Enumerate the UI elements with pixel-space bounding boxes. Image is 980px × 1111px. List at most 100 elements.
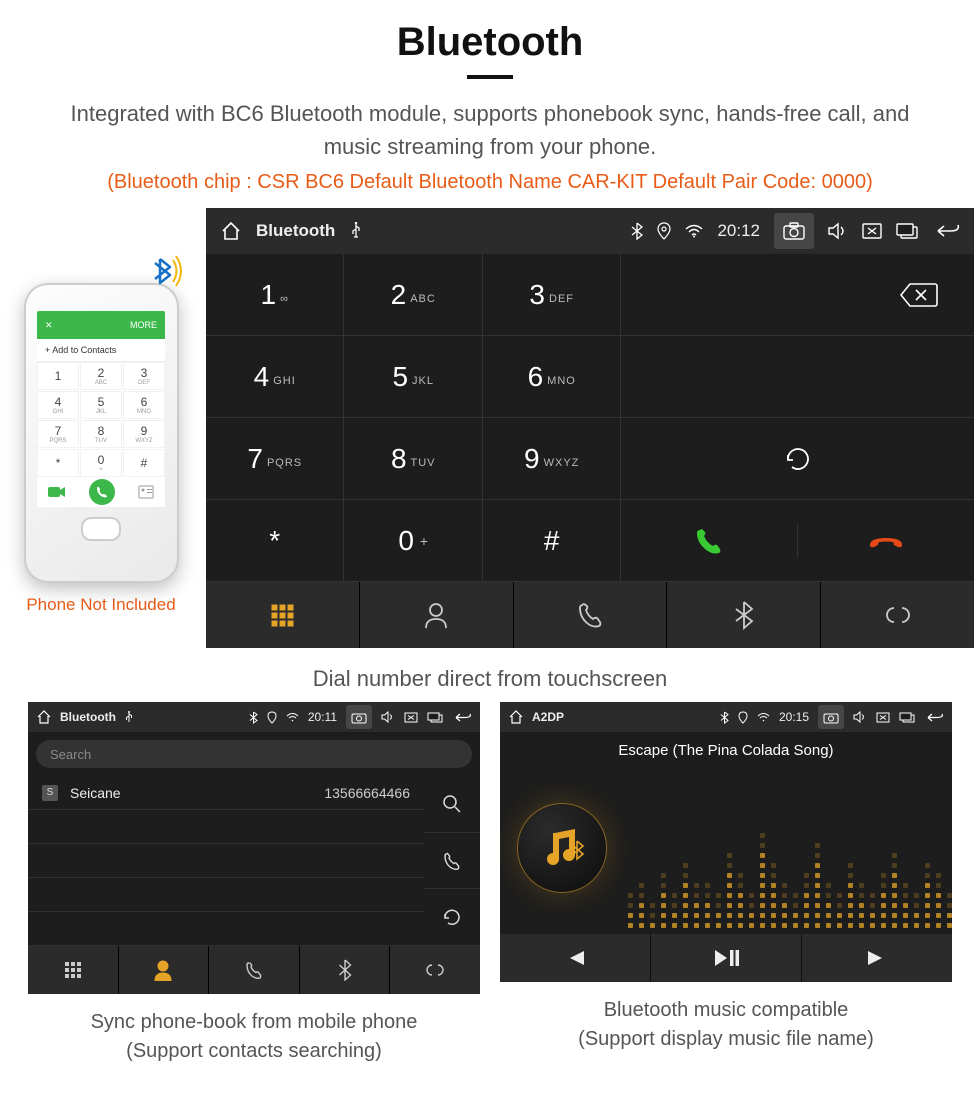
phone-key: 8TUV: [80, 420, 122, 448]
music-caption: Bluetooth music compatible (Support disp…: [500, 996, 952, 1054]
phone-key: 0+: [80, 449, 122, 477]
status-title: Bluetooth: [60, 710, 116, 724]
phone-add-contacts: + Add to Contacts: [37, 339, 165, 362]
dial-button: [89, 479, 115, 505]
volume-icon[interactable]: [853, 711, 867, 723]
pb-bottom-bar: [28, 946, 480, 994]
close-app-icon[interactable]: [876, 712, 890, 723]
home-icon[interactable]: [220, 220, 242, 242]
recent-apps-icon[interactable]: [896, 223, 918, 239]
home-icon[interactable]: [508, 709, 524, 725]
back-icon[interactable]: [932, 223, 960, 239]
key-7[interactable]: 7PQRS: [206, 418, 344, 500]
empty-row: [28, 810, 424, 844]
status-title: Bluetooth: [256, 221, 335, 241]
key-2[interactable]: 2ABC: [344, 254, 482, 336]
contact-initial: S: [42, 785, 58, 801]
volume-icon[interactable]: [381, 711, 395, 723]
search-icon[interactable]: [424, 776, 480, 833]
back-icon[interactable]: [452, 712, 472, 723]
dialpad: 1∞ 2ABC 3DEF 4GHI 5JKL 6MNO 7PQRS 8TUV 9…: [206, 254, 974, 582]
screenshot-icon[interactable]: [774, 213, 814, 249]
phonebook-panel: Bluetooth 20:11 Search: [28, 702, 480, 994]
equalizer: [628, 802, 938, 928]
tab-dialpad[interactable]: [206, 582, 360, 648]
key-9[interactable]: 9WXYZ: [483, 418, 622, 500]
tab-bluetooth[interactable]: [300, 946, 391, 994]
tab-pair[interactable]: [821, 582, 974, 648]
play-pause-button[interactable]: [651, 934, 802, 982]
contact-row[interactable]: S Seicane 13566664466: [28, 776, 424, 810]
contact-card-icon: [138, 485, 154, 499]
bluetooth-icon: [720, 711, 729, 724]
wifi-icon: [286, 712, 299, 722]
usb-icon: [124, 711, 134, 724]
tab-call-log[interactable]: [514, 582, 668, 648]
title-underline: [467, 75, 513, 79]
call-controls: [621, 500, 974, 582]
status-bar: Bluetooth 20:12: [206, 208, 974, 254]
contacts-list: S Seicane 13566664466: [28, 776, 424, 946]
empty-row: [28, 912, 424, 946]
tab-dialpad[interactable]: [28, 946, 119, 994]
music-panel: A2DP 20:15 Escape (The Pina Colada Song): [500, 702, 952, 982]
dialer-caption: Dial number direct from touchscreen: [0, 666, 980, 692]
wifi-icon: [757, 712, 770, 722]
call-icon[interactable]: [424, 833, 480, 890]
search-input[interactable]: Search: [36, 740, 472, 768]
redial-button[interactable]: [621, 418, 974, 500]
bottom-bar: [206, 582, 974, 648]
page-title: Bluetooth: [0, 20, 980, 65]
key-4[interactable]: 4GHI: [206, 336, 344, 418]
hangup-button[interactable]: [798, 524, 974, 558]
key-5[interactable]: 5JKL: [344, 336, 482, 418]
screenshot-icon[interactable]: [346, 705, 372, 729]
phone-key: #: [123, 449, 165, 477]
tab-contacts[interactable]: [360, 582, 514, 648]
key-3[interactable]: 3DEF: [483, 254, 622, 336]
tab-contacts[interactable]: [119, 946, 210, 994]
bluetooth-icon: [249, 711, 258, 724]
empty-row: [28, 844, 424, 878]
next-track-button[interactable]: [802, 934, 952, 982]
music-status-bar: A2DP 20:15: [500, 702, 952, 732]
bluetooth-signal-icon: [147, 251, 187, 291]
phone-key: 2ABC: [80, 362, 122, 390]
close-app-icon[interactable]: [404, 712, 418, 723]
usb-icon: [349, 222, 363, 240]
recent-apps-icon[interactable]: [427, 712, 443, 723]
video-call-icon: [48, 486, 66, 498]
location-icon: [657, 222, 671, 240]
tab-pair[interactable]: [390, 946, 480, 994]
close-app-icon[interactable]: [862, 223, 882, 239]
screenshot-icon[interactable]: [818, 705, 844, 729]
backspace-button[interactable]: [621, 254, 974, 336]
phone-caption: Phone Not Included: [26, 595, 175, 615]
key-1[interactable]: 1∞: [206, 254, 344, 336]
phone-key: *: [37, 449, 79, 477]
phone-key: 9WXYZ: [123, 420, 165, 448]
location-icon: [267, 711, 277, 724]
key-star[interactable]: *: [206, 500, 344, 582]
key-hash[interactable]: #: [483, 500, 622, 582]
call-button[interactable]: [621, 524, 798, 558]
key-8[interactable]: 8TUV: [344, 418, 482, 500]
contact-name: Seicane: [70, 785, 121, 801]
tab-bluetooth[interactable]: [667, 582, 821, 648]
tab-call-log[interactable]: [209, 946, 300, 994]
home-icon[interactable]: [36, 709, 52, 725]
phone-key: 6MNO: [123, 391, 165, 419]
prev-track-button[interactable]: [500, 934, 651, 982]
spec-line: (Bluetooth chip : CSR BC6 Default Blueto…: [0, 171, 980, 194]
location-icon: [738, 711, 748, 724]
recent-apps-icon[interactable]: [899, 712, 915, 723]
key-6[interactable]: 6MNO: [483, 336, 622, 418]
pb-status-bar: Bluetooth 20:11: [28, 702, 480, 732]
empty-cell: [621, 336, 974, 418]
phone-mock: ✕ MORE + Add to Contacts 12ABC3DEF4GHI5J…: [6, 208, 196, 615]
key-0[interactable]: 0+: [344, 500, 482, 582]
phonebook-caption: Sync phone-book from mobile phone (Suppo…: [28, 1008, 480, 1066]
sync-icon[interactable]: [424, 889, 480, 946]
volume-icon[interactable]: [828, 222, 848, 240]
back-icon[interactable]: [924, 712, 944, 723]
